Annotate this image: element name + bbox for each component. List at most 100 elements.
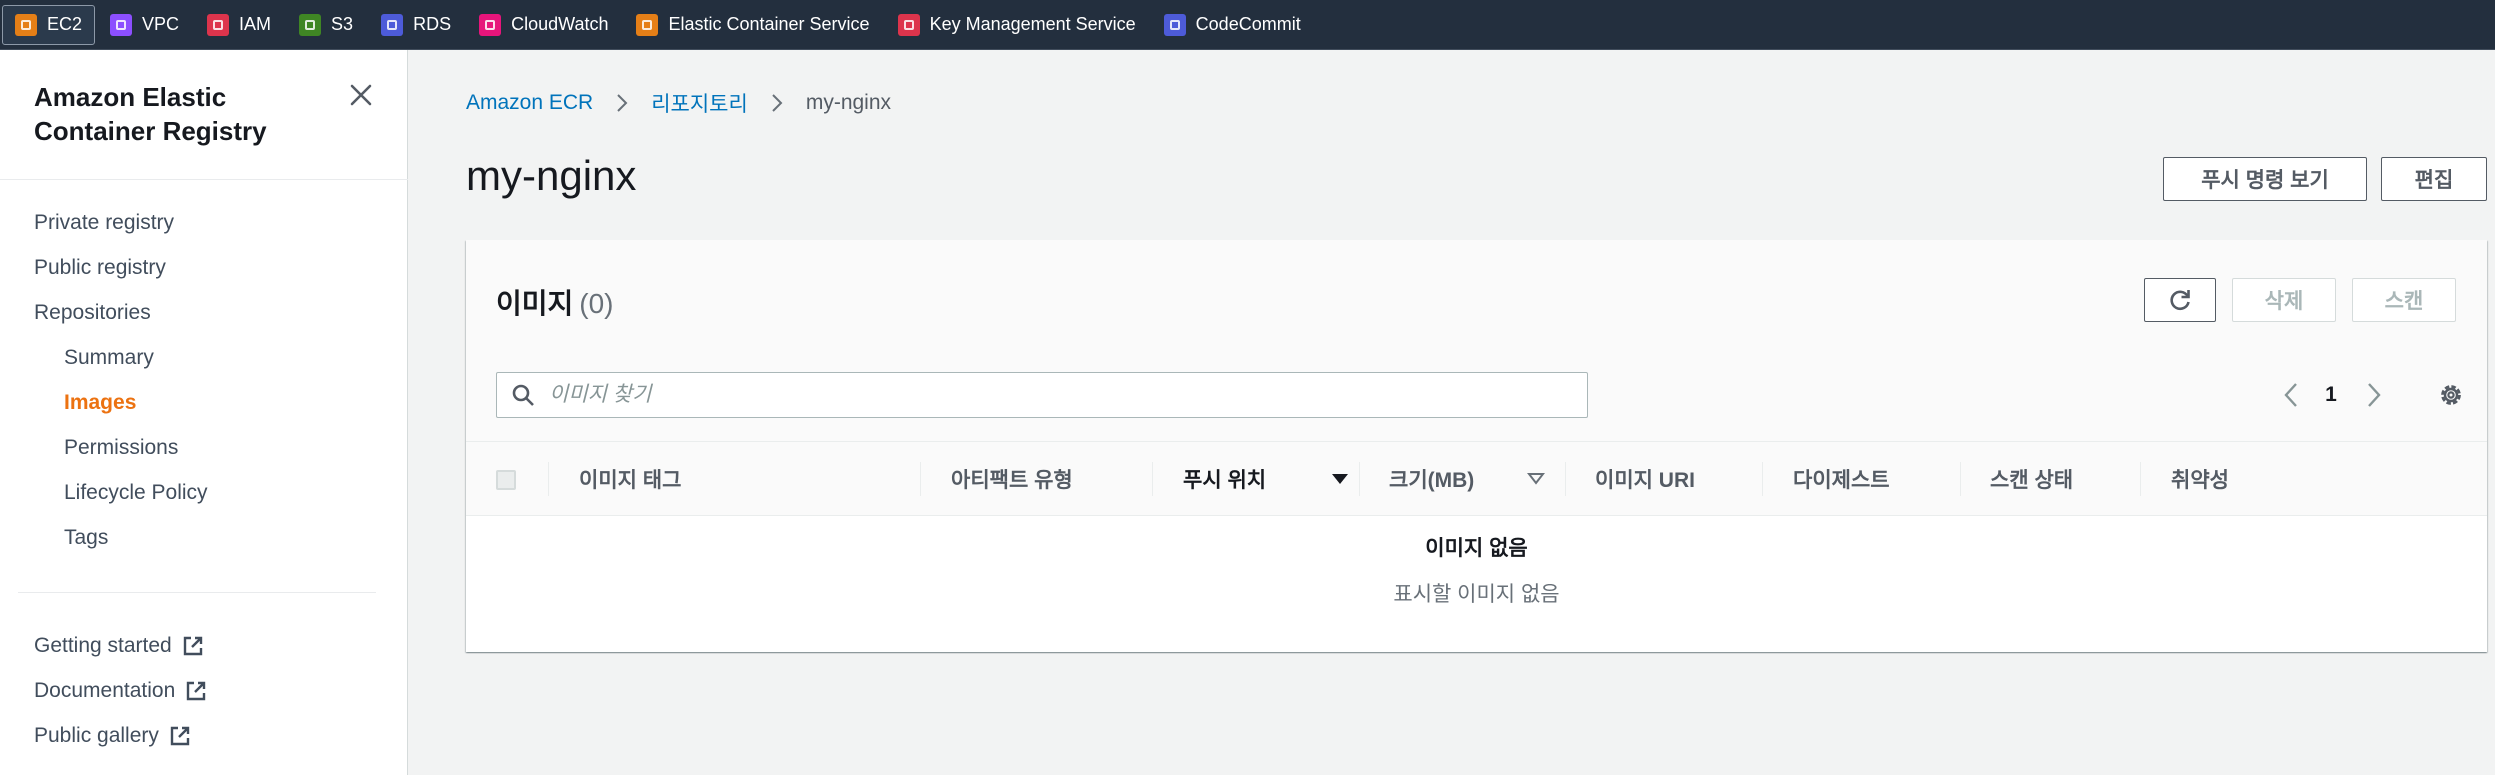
close-icon[interactable] [346, 80, 376, 110]
sidebar-divider [0, 179, 408, 180]
sidebar-item-getting-started[interactable]: Getting started [34, 634, 204, 658]
s3-service-icon [299, 13, 322, 36]
edit-button[interactable]: 편집 [2381, 157, 2487, 201]
favorite-codecommit[interactable]: CodeCommit [1151, 5, 1314, 45]
page-number[interactable]: 1 [2316, 370, 2346, 420]
column-header-image-uri[interactable]: 이미지 URI [1595, 442, 1695, 516]
images-title-label: 이미지 [496, 288, 574, 319]
breadcrumb-current: my-nginx [805, 91, 892, 114]
codecommit-service-icon [1163, 13, 1186, 36]
sidebar-item-label: Documentation [34, 679, 176, 702]
favorite-label: RDS [413, 14, 452, 34]
favorite-rds[interactable]: RDS [368, 5, 464, 45]
previous-page-button[interactable] [2266, 370, 2316, 420]
sidebar-item-permissions[interactable]: Permissions [64, 436, 178, 460]
images-panel-header: 이미지(0) 삭제 스캔 1 [466, 240, 2487, 442]
empty-state-subtitle: 표시할 이미지 없음 [1393, 583, 1560, 606]
column-header-artifact-type[interactable]: 아티팩트 유형 [951, 442, 1073, 516]
breadcrumb-amazon-ecr[interactable]: Amazon ECR [466, 91, 593, 115]
favorite-ec2[interactable]: EC2 [2, 4, 96, 45]
sidebar-divider [18, 592, 376, 593]
external-link-icon [187, 681, 206, 701]
column-header-label: 크기(MB) [1389, 469, 1475, 492]
column-header-vulnerabilities[interactable]: 취약성 [2171, 442, 2229, 516]
rds-service-icon [381, 13, 404, 36]
refresh-button[interactable] [2144, 278, 2216, 322]
sidebar-item-lifecycle-policy[interactable]: Lifecycle Policy [64, 481, 208, 505]
favorite-label: Elastic Container Service [668, 14, 870, 34]
images-panel: 이미지(0) 삭제 스캔 1 이미지 태그 [466, 240, 2487, 652]
favorite-ecs[interactable]: Elastic Container Service [623, 5, 882, 45]
breadcrumb-repositories[interactable]: 리포지토리 [651, 88, 748, 118]
sidebar-item-tags[interactable]: Tags [64, 526, 108, 550]
column-header-image-tag[interactable]: 이미지 태그 [579, 442, 681, 516]
breadcrumb: Amazon ECR 리포지토리 my-nginx [466, 88, 891, 118]
column-divider [1762, 462, 1763, 496]
sidebar-item-public-gallery[interactable]: Public gallery [34, 724, 191, 748]
select-all-checkbox[interactable] [496, 470, 516, 490]
refresh-icon [2170, 290, 2190, 311]
sidebar-item-label: Getting started [34, 634, 172, 657]
sidebar-title: Amazon Elastic Container Registry [34, 82, 267, 146]
column-header-digest[interactable]: 다이제스트 [1793, 442, 1890, 516]
image-search-input[interactable] [549, 383, 1549, 407]
cloudwatch-service-icon [479, 13, 502, 36]
gear-icon [2441, 385, 2461, 405]
ec2-service-icon [15, 13, 37, 36]
favorite-label: VPC [142, 14, 180, 34]
images-table-header: 이미지 태그 아티팩트 유형 푸시 위치 크기(MB) 이미지 URI 다이제스… [466, 442, 2487, 516]
favorite-label: EC2 [47, 14, 83, 34]
vpc-service-icon [110, 13, 133, 36]
sidebar-item-repositories[interactable]: Repositories [34, 301, 151, 325]
external-link-icon [170, 726, 190, 746]
page-title: my-nginx [466, 152, 637, 199]
column-header-label: 푸시 위치 [1183, 469, 1267, 492]
favorite-label: Key Management Service [929, 14, 1136, 34]
column-divider [1565, 462, 1566, 496]
side-navigation: Amazon Elastic Container Registry Privat… [0, 50, 408, 775]
chevron-right-icon [2368, 383, 2381, 407]
column-divider [1960, 462, 1961, 496]
favorite-s3[interactable]: S3 [286, 5, 366, 45]
images-count: (0) [579, 288, 614, 319]
column-divider [548, 462, 549, 496]
sidebar-item-documentation[interactable]: Documentation [34, 679, 207, 703]
column-header-size[interactable]: 크기(MB) [1389, 442, 1565, 516]
sort-icon [1527, 473, 1545, 485]
favorites-bar: EC2 VPC IAM S3 RDS CloudWatch Elastic Co… [0, 0, 2495, 50]
empty-state-title: 이미지 없음 [1425, 537, 1528, 560]
sidebar-item-images[interactable]: Images [64, 391, 136, 415]
chevron-right-icon [770, 92, 784, 114]
favorite-label: IAM [239, 14, 272, 34]
scan-button[interactable]: 스캔 [2352, 278, 2456, 322]
search-icon [512, 384, 534, 406]
column-header-pushed-at[interactable]: 푸시 위치 [1183, 442, 1359, 516]
view-push-commands-button[interactable]: 푸시 명령 보기 [2163, 157, 2367, 201]
iam-service-icon [207, 13, 230, 36]
column-divider [920, 462, 921, 496]
favorite-vpc[interactable]: VPC [97, 5, 192, 45]
page-number-label: 1 [2325, 383, 2337, 406]
favorite-kms[interactable]: Key Management Service [885, 5, 1149, 45]
sidebar-item-public-registry[interactable]: Public registry [34, 256, 166, 280]
ecs-service-icon [636, 13, 659, 36]
column-divider [2140, 462, 2141, 496]
column-header-scan-status[interactable]: 스캔 상태 [1990, 442, 2073, 516]
favorite-cloudwatch[interactable]: CloudWatch [466, 5, 621, 45]
sidebar-item-private-registry[interactable]: Private registry [34, 211, 174, 235]
favorite-iam[interactable]: IAM [194, 5, 284, 45]
next-page-button[interactable] [2349, 370, 2399, 420]
sidebar-item-label: Public gallery [34, 724, 159, 747]
favorite-label: S3 [331, 14, 354, 34]
chevron-right-icon [615, 92, 629, 114]
external-link-icon [183, 636, 202, 656]
column-divider [1152, 462, 1153, 496]
delete-button[interactable]: 삭제 [2232, 278, 2336, 322]
sidebar-item-summary[interactable]: Summary [64, 346, 154, 370]
sort-descending-icon [1332, 474, 1348, 484]
kms-service-icon [897, 13, 920, 36]
column-divider [1359, 462, 1360, 496]
favorite-label: CloudWatch [511, 14, 609, 34]
table-preferences-button[interactable] [2426, 370, 2476, 420]
favorite-label: CodeCommit [1195, 14, 1301, 34]
